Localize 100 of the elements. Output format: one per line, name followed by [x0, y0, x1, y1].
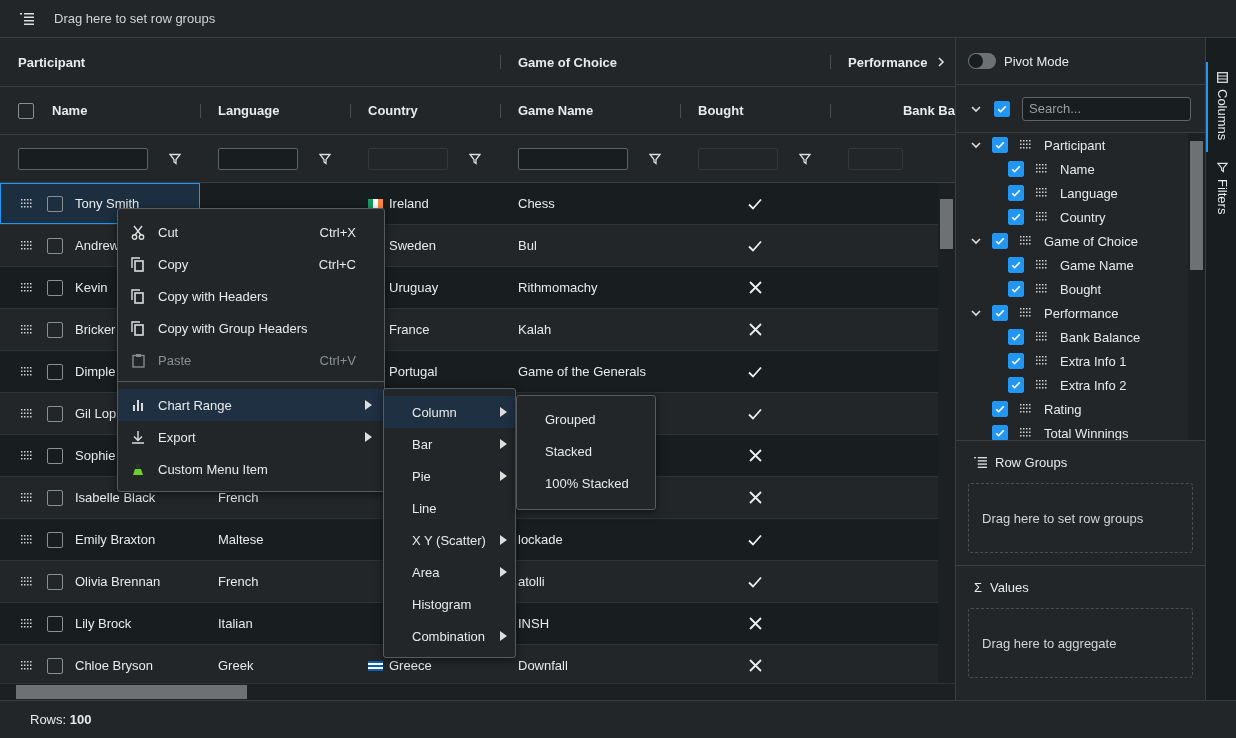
drag-handle-icon[interactable] — [1036, 284, 1048, 294]
menu-item[interactable]: X Y (Scatter) — [384, 524, 515, 556]
drop-zone[interactable]: Drag here to set row groups — [968, 483, 1193, 553]
column-header[interactable]: Country — [368, 103, 418, 118]
menu-item[interactable]: 100% Stacked — [517, 467, 655, 499]
drag-handle-icon[interactable] — [21, 408, 33, 419]
drag-handle-icon[interactable] — [1020, 404, 1032, 414]
checkbox[interactable] — [1008, 185, 1024, 201]
column-header[interactable]: Game Name — [518, 103, 594, 118]
chevron-down-icon[interactable] — [970, 235, 982, 247]
column-label: Performance — [1044, 305, 1119, 321]
drag-handle-icon[interactable] — [1036, 188, 1048, 198]
drag-handle-icon[interactable] — [21, 198, 33, 209]
drag-handle-icon[interactable] — [1020, 236, 1032, 246]
drag-handle-icon[interactable] — [21, 450, 33, 461]
column-header[interactable]: Language — [218, 103, 280, 118]
checkbox[interactable] — [47, 195, 63, 212]
drag-handle-icon[interactable] — [1036, 260, 1048, 270]
menu-item[interactable]: Line — [384, 492, 515, 524]
vertical-scrollbar[interactable] — [938, 183, 955, 683]
horizontal-scrollbar[interactable] — [0, 683, 955, 700]
drag-handle-icon[interactable] — [1036, 332, 1048, 342]
side-tab[interactable]: Columns — [1206, 62, 1236, 153]
menu-item[interactable]: Copy with Group Headers — [118, 312, 384, 344]
name-cell[interactable]: Chloe Bryson — [0, 645, 200, 683]
name-cell[interactable]: Emily Braxton — [0, 519, 200, 560]
drag-handle-icon[interactable] — [21, 282, 33, 293]
checkbox[interactable] — [47, 531, 63, 548]
drop-zone[interactable]: Drag here to aggregate — [968, 608, 1193, 678]
row-groups-drop-zone[interactable]: Drag here to set row groups — [54, 11, 216, 26]
checkbox[interactable] — [47, 363, 63, 380]
filter-icon[interactable] — [319, 152, 331, 165]
vertical-scrollbar[interactable] — [1188, 133, 1205, 440]
menu-item[interactable]: Combination — [384, 620, 515, 652]
drag-handle-icon[interactable] — [21, 576, 33, 587]
menu-item[interactable]: Column — [384, 396, 515, 428]
checkbox[interactable] — [992, 233, 1008, 249]
checkbox[interactable] — [992, 401, 1008, 417]
checkbox[interactable] — [1008, 353, 1024, 369]
checkbox[interactable] — [47, 657, 63, 674]
checkbox[interactable] — [47, 573, 63, 590]
drag-handle-icon[interactable] — [1020, 140, 1032, 150]
menu-item[interactable]: Copy with Headers — [118, 280, 384, 312]
checkbox[interactable] — [47, 279, 63, 296]
menu-item[interactable]: Bar — [384, 428, 515, 460]
menu-item[interactable]: Chart Range — [118, 389, 384, 421]
menu-item[interactable]: Stacked — [517, 435, 655, 467]
drag-handle-icon[interactable] — [21, 492, 33, 503]
column-header[interactable]: Bought — [698, 103, 744, 118]
filter-icon[interactable] — [649, 152, 661, 165]
checkbox[interactable] — [18, 102, 34, 119]
filter-icon[interactable] — [799, 152, 811, 165]
drag-handle-icon[interactable] — [21, 534, 33, 545]
filter-input[interactable] — [18, 147, 148, 170]
drag-handle-icon[interactable] — [1036, 164, 1048, 174]
drag-handle-icon[interactable] — [21, 618, 33, 629]
menu-item[interactable]: Export — [118, 421, 384, 453]
checkbox[interactable] — [47, 489, 63, 506]
chevron-down-icon[interactable] — [970, 139, 982, 151]
name-cell[interactable]: Olivia Brennan — [0, 561, 200, 602]
filter-input[interactable] — [218, 147, 298, 170]
name-cell[interactable]: Lily Brock — [0, 603, 200, 644]
column-header[interactable]: Name — [52, 103, 88, 118]
drag-handle-icon[interactable] — [21, 366, 33, 377]
menu-item[interactable]: Copy Ctrl+C — [118, 248, 384, 280]
checkbox[interactable] — [1008, 329, 1024, 345]
chevron-down-icon[interactable] — [970, 307, 982, 319]
menu-item[interactable]: Grouped — [517, 403, 655, 435]
side-tab[interactable]: Filters — [1206, 152, 1236, 227]
checkbox[interactable] — [1008, 281, 1024, 297]
drag-handle-icon[interactable] — [1036, 380, 1048, 390]
drag-handle-icon[interactable] — [1036, 212, 1048, 222]
checkbox[interactable] — [992, 305, 1008, 321]
drag-handle-icon[interactable] — [21, 324, 33, 335]
menu-item[interactable]: Pie — [384, 460, 515, 492]
checkbox[interactable] — [47, 405, 63, 422]
checkbox[interactable] — [992, 425, 1008, 440]
checkbox[interactable] — [1008, 257, 1024, 273]
filter-icon[interactable] — [469, 152, 481, 165]
drag-handle-icon[interactable] — [1036, 356, 1048, 366]
checkbox[interactable] — [47, 615, 63, 632]
drag-handle-icon[interactable] — [1020, 428, 1032, 438]
filter-icon[interactable] — [169, 152, 181, 165]
checkbox[interactable] — [47, 447, 63, 464]
column-header[interactable]: Bank Ba — [902, 103, 955, 118]
checkbox[interactable] — [1008, 209, 1024, 225]
menu-item[interactable]: Area — [384, 556, 515, 588]
checkbox[interactable] — [994, 100, 1010, 117]
checkbox[interactable] — [992, 137, 1008, 153]
search-field[interactable]: Search... — [1022, 96, 1191, 121]
checkbox[interactable] — [47, 237, 63, 254]
drag-handle-icon[interactable] — [21, 240, 33, 251]
toggle-switch[interactable] — [968, 53, 996, 69]
menu-item[interactable]: Histogram — [384, 588, 515, 620]
filter-input[interactable] — [518, 147, 628, 170]
checkbox[interactable] — [1008, 161, 1024, 177]
checkbox[interactable] — [47, 321, 63, 338]
drag-handle-icon[interactable] — [1020, 308, 1032, 318]
checkbox[interactable] — [1008, 377, 1024, 393]
drag-handle-icon[interactable] — [21, 660, 33, 671]
